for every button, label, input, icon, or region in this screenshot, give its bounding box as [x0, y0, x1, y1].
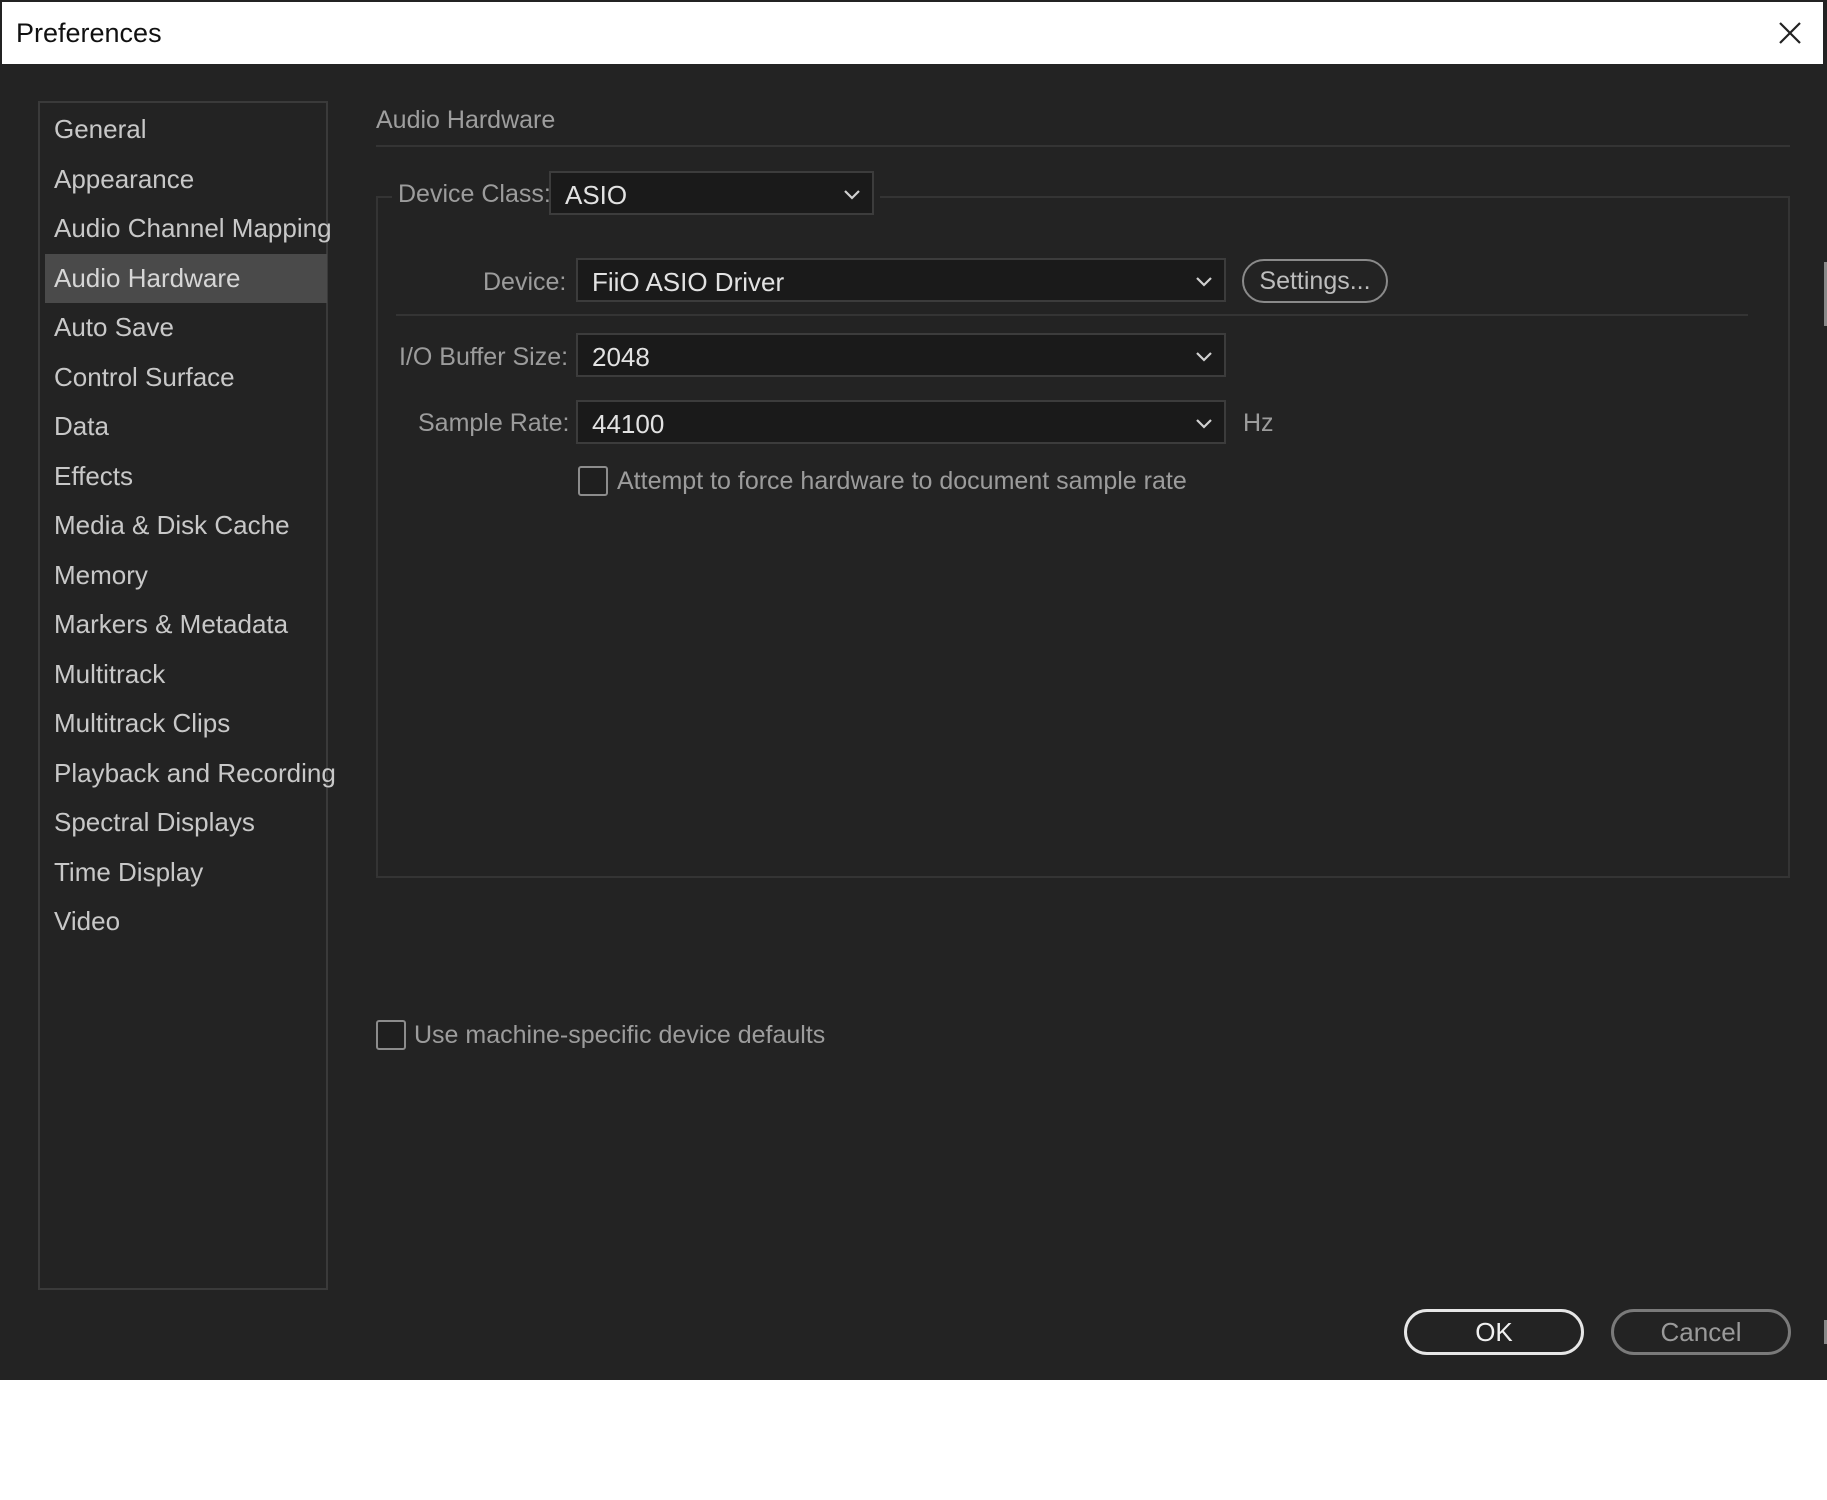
sidebar-item-multitrack-clips[interactable]: Multitrack Clips [45, 699, 327, 748]
device-divider [396, 314, 1748, 316]
cancel-button[interactable]: Cancel [1611, 1309, 1791, 1355]
device-label: Device: [483, 268, 567, 296]
sidebar-item-memory[interactable]: Memory [45, 551, 327, 600]
section-divider [376, 145, 1790, 147]
ok-button[interactable]: OK [1404, 1309, 1584, 1355]
device-settings-button[interactable]: Settings... [1242, 259, 1388, 303]
sample-rate-unit: Hz [1243, 409, 1274, 437]
chevron-down-icon [1196, 352, 1212, 362]
chevron-down-icon [1196, 277, 1212, 287]
preferences-dialog: Preferences General Appearance Audio Cha… [0, 0, 1827, 1380]
chevron-down-icon [1196, 419, 1212, 429]
sidebar-item-spectral-displays[interactable]: Spectral Displays [45, 798, 327, 847]
sidebar-item-time-display[interactable]: Time Display [45, 848, 327, 897]
sidebar-item-markers-metadata[interactable]: Markers & Metadata [45, 600, 327, 649]
section-title: Audio Hardware [376, 106, 556, 134]
preferences-category-list: General Appearance Audio Channel Mapping… [38, 101, 336, 1290]
sample-rate-value: 44100 [592, 409, 665, 439]
device-class-label: Device Class: [398, 180, 551, 208]
window-title: Preferences [16, 18, 162, 48]
sidebar-item-auto-save[interactable]: Auto Save [45, 303, 327, 352]
force-sample-rate-label: Attempt to force hardware to document sa… [617, 467, 1187, 495]
sidebar-item-data[interactable]: Data [45, 402, 327, 451]
machine-defaults-label: Use machine-specific device defaults [414, 1021, 826, 1049]
close-icon [1779, 22, 1801, 44]
force-sample-rate-checkbox[interactable] [578, 466, 608, 496]
buffer-size-value: 2048 [592, 342, 650, 372]
sidebar-item-media-disk-cache[interactable]: Media & Disk Cache [45, 501, 327, 550]
sidebar-item-effects[interactable]: Effects [45, 452, 327, 501]
sidebar-item-general[interactable]: General [45, 105, 327, 154]
device-value: FiiO ASIO Driver [592, 267, 785, 297]
machine-defaults-checkbox[interactable] [376, 1020, 406, 1050]
title-bar: Preferences [2, 2, 1823, 64]
device-class-dropdown[interactable]: ASIO [549, 171, 874, 215]
device-class-value: ASIO [565, 180, 628, 210]
sidebar-item-audio-channel-mapping[interactable]: Audio Channel Mapping [45, 204, 332, 253]
chevron-down-icon [844, 190, 860, 200]
sample-rate-dropdown[interactable]: 44100 [576, 400, 1226, 444]
sidebar-item-control-surface[interactable]: Control Surface [45, 353, 327, 402]
close-button[interactable] [1769, 12, 1811, 54]
sidebar-item-playback-recording[interactable]: Playback and Recording [45, 749, 336, 798]
sidebar-item-video[interactable]: Video [45, 897, 327, 946]
sample-rate-label: Sample Rate: [418, 409, 570, 437]
buffer-size-label: I/O Buffer Size: [399, 343, 569, 371]
sidebar-item-multitrack[interactable]: Multitrack [45, 650, 327, 699]
device-dropdown[interactable]: FiiO ASIO Driver [576, 258, 1226, 302]
sidebar-item-audio-hardware[interactable]: Audio Hardware [45, 254, 327, 303]
sidebar-item-appearance[interactable]: Appearance [45, 155, 327, 204]
buffer-size-dropdown[interactable]: 2048 [576, 333, 1226, 377]
